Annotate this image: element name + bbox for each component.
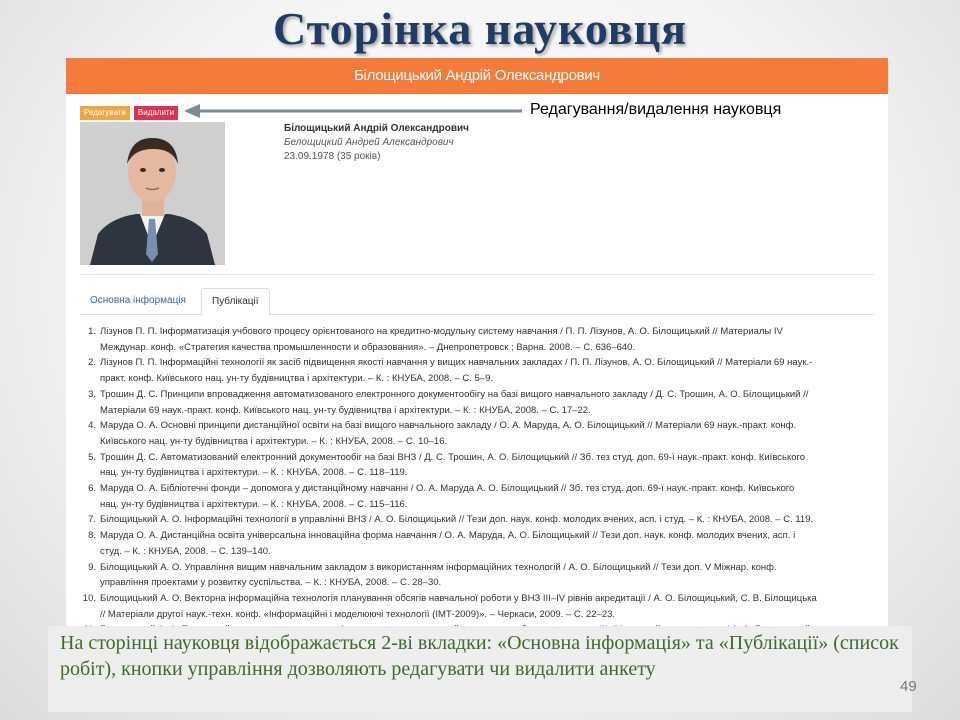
publication-number: 5. xyxy=(88,451,96,463)
publication-text-line: Маруда О. А. Бібліотечні фонди – допомог… xyxy=(100,483,795,495)
publication-text-line: Трошин Д. С. Автоматизований електронний… xyxy=(100,451,806,463)
publication-item: 7. Білощицький А. О. Інформаційні техноло… xyxy=(88,512,876,528)
publication-text-line: Лізунов П. П. Інформаційні технології як… xyxy=(100,357,813,369)
publication-text-line: Междунар. конф. «Стратегия качества пром… xyxy=(100,341,636,353)
publication-text-line: нац. ун-ту будівництва і архітектури. – … xyxy=(100,498,408,510)
publication-number: 8. xyxy=(88,530,96,542)
publication-number: 4. xyxy=(88,420,96,432)
publication-text-line: Білощицький А. О. Векторна інформаційна … xyxy=(100,592,817,604)
publication-number: 2. xyxy=(88,357,96,369)
publication-item: 10. Білощицький А. О. Векторна інформацій… xyxy=(83,591,876,622)
publication-item: 8. Маруда О. А. Дистанційна освіта універ… xyxy=(88,528,876,559)
scientist-page-screenshot: Білощицький Андрій Олександрович Редагув… xyxy=(66,58,888,628)
publication-item: 3. Трошин Д. С. Принципи впровадження авт… xyxy=(88,387,876,418)
publication-text-line: Лізунов П. П. Інформатизація учбового пр… xyxy=(100,326,783,337)
publication-text-line: Маруда О. А. Дистанційна освіта універса… xyxy=(100,530,796,542)
publication-item: 2. Лізунов П. П. Інформаційні технології … xyxy=(88,355,876,386)
publication-item: 5. Трошин Д. С. Автоматизований електронн… xyxy=(88,450,876,481)
publication-number: 1. xyxy=(88,326,96,337)
publication-text-line: нац. ун-ту будівництва і архітектури. – … xyxy=(100,467,408,479)
publication-number: 7. xyxy=(88,514,96,526)
tab-main-info[interactable]: Основна інформація xyxy=(80,288,196,315)
person-portrait-icon xyxy=(80,122,225,265)
publication-number: 9. xyxy=(88,561,96,573)
slide-caption: На сторінці науковця відображається 2-ві… xyxy=(48,626,912,712)
publication-number: 6. xyxy=(88,483,96,495)
publication-text-line: Білощицький А. О. Інформаційні технологі… xyxy=(100,514,814,526)
publication-text-line: Маруда О. А. Основні принципи дистанційн… xyxy=(100,420,797,432)
publication-item: 4. Маруда О. А. Основні принципи дистанці… xyxy=(88,418,876,449)
slide-title: Сторінка науковця xyxy=(273,3,687,54)
publication-text-line: Київського нац. ун-ту будівництва і архі… xyxy=(100,435,448,447)
publication-text-line: Трошин Д. С. Принципи впровадження автом… xyxy=(100,388,809,400)
profile-photo xyxy=(80,122,225,265)
publication-text-line: Матеріали 69 наук.-практ. конф. Київсько… xyxy=(100,404,591,416)
publication-number: 3. xyxy=(88,388,96,400)
publication-list: 1. Лізунов П. П. Інформатизація учбового … xyxy=(83,324,876,628)
birth-date: 23.09.1978 (35 років) xyxy=(284,151,381,162)
publication-text-line: управління проектами у розвитку суспільс… xyxy=(100,577,442,589)
arrow-left-icon xyxy=(184,104,522,118)
name-ua: Білощицький Андрій Олександрович xyxy=(284,123,469,134)
publication-item: 6. Маруда О. А. Бібліотечні фонди – допом… xyxy=(88,481,876,512)
publication-item: 1. Лізунов П. П. Інформатизація учбового … xyxy=(88,324,876,355)
delete-button[interactable]: Видалити xyxy=(133,106,179,120)
annotation-label: Редагування/видалення науковця xyxy=(528,101,784,119)
tab-publications[interactable]: Публікації xyxy=(201,288,270,316)
tab-bar: Основна інформація Публікації xyxy=(80,288,874,316)
divider xyxy=(80,274,874,275)
profile-info: Білощицький Андрій Олександрович Белощиц… xyxy=(284,122,469,164)
publication-text-line: // Матеріали другої наук.-техн. конф. «І… xyxy=(100,608,616,620)
publication-item: 9. Білощицький А. О. Управління вищим нав… xyxy=(88,560,876,591)
publication-text-line: Білощицький А. О. Управління вищим навча… xyxy=(100,561,777,573)
action-buttons: Редагувати Видалити xyxy=(80,106,179,120)
publication-text-line: студ. – К. : КНУБА, 2008. – С. 139–140. xyxy=(100,545,271,557)
publication-text-line: практ. конф. Київського нац. ун-ту будів… xyxy=(100,373,493,385)
publication-number: 10. xyxy=(82,592,96,604)
edit-button[interactable]: Редагувати xyxy=(80,106,130,120)
name-ru: Белощицкий Андрей Александрович xyxy=(284,137,454,148)
page-number: 49 xyxy=(900,678,917,695)
profile-header-bar: Білощицький Андрій Олександрович xyxy=(66,58,888,94)
